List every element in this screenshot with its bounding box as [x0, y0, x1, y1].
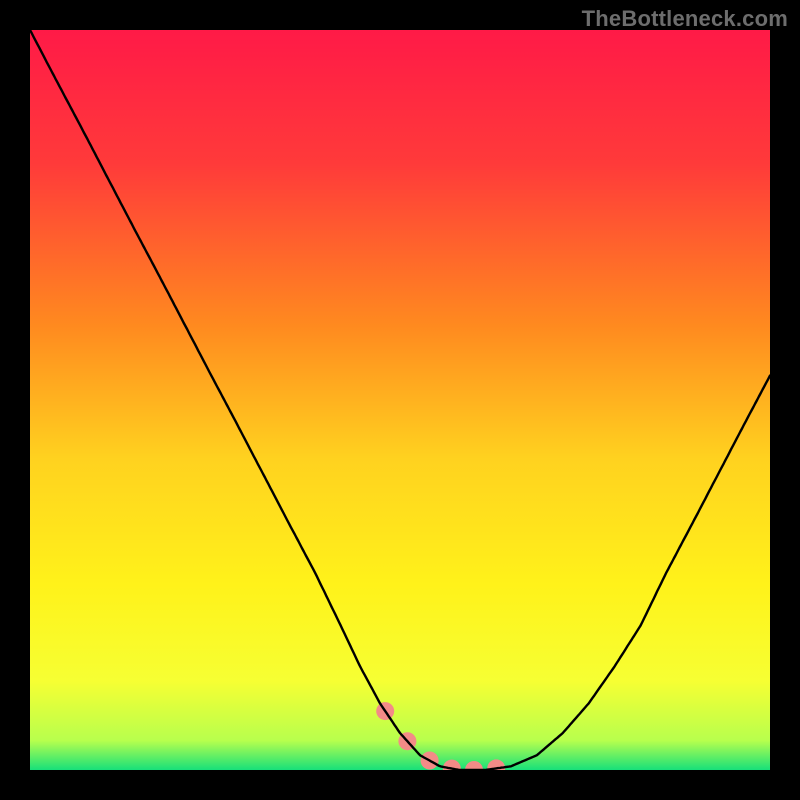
chart-frame: TheBottleneck.com [0, 0, 800, 800]
plot-area [30, 30, 770, 770]
chart-svg [30, 30, 770, 770]
watermark-text: TheBottleneck.com [582, 6, 788, 32]
gradient-background [30, 30, 770, 770]
